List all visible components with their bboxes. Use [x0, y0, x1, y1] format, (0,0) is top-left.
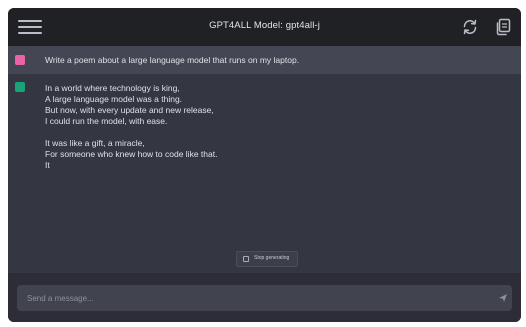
response-line: But now, with every update and new relea…	[45, 105, 214, 115]
input-area	[8, 273, 521, 322]
stop-generating-label: Stop generating	[254, 255, 290, 261]
stop-square-icon	[243, 256, 249, 262]
refresh-icon[interactable]	[461, 18, 479, 36]
response-line: It	[45, 160, 50, 170]
app-window: GPT4ALL Model: gpt4all-j Write a poem ab…	[8, 8, 521, 322]
response-text: In a world where technology is king, A l…	[45, 83, 217, 171]
message-input[interactable]	[17, 285, 512, 311]
response-line: For someone who knew how to code like th…	[45, 149, 218, 159]
copy-icon[interactable]	[494, 18, 512, 36]
response-line: A large language model was a thing.	[45, 94, 183, 104]
prompt-message: Write a poem about a large language mode…	[8, 46, 521, 74]
stop-generating-button[interactable]: Stop generating	[236, 251, 298, 267]
model-title: GPT4ALL Model: gpt4all-j	[209, 20, 320, 31]
send-icon[interactable]	[498, 293, 508, 303]
response-line: In a world where technology is king,	[45, 83, 180, 93]
assistant-avatar	[15, 82, 25, 92]
header-bar: GPT4ALL Model: gpt4all-j	[8, 8, 521, 46]
user-avatar	[15, 55, 25, 65]
prompt-text: Write a poem about a large language mode…	[45, 55, 300, 65]
response-line: I could run the model, with ease.	[45, 116, 168, 126]
response-line: It was like a gift, a miracle,	[45, 138, 145, 148]
